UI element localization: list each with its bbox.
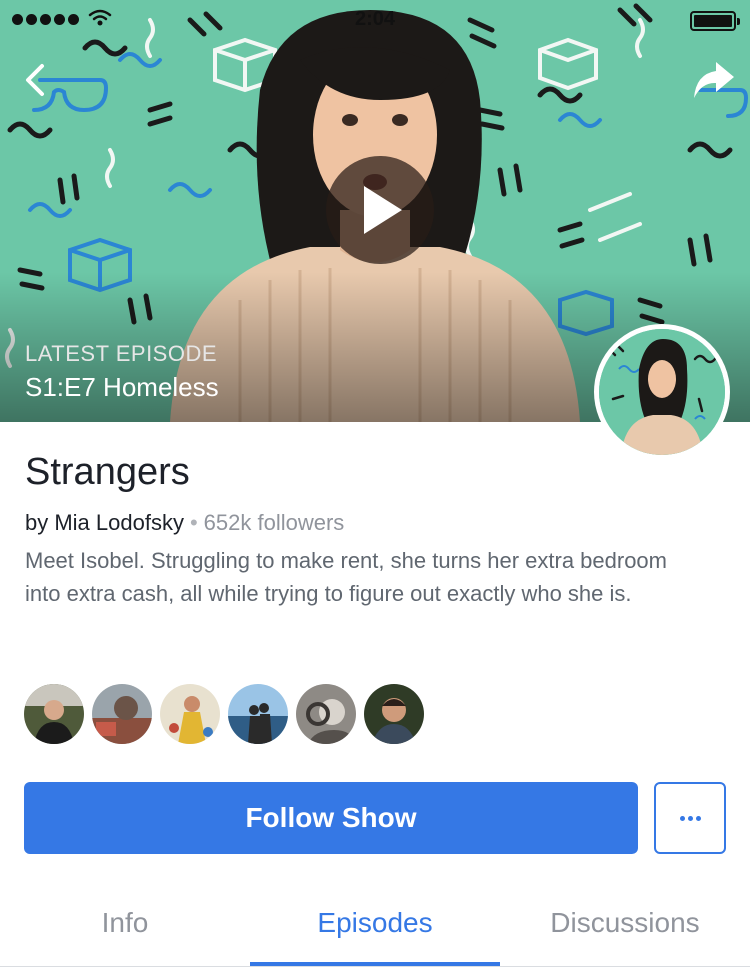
byline-separator: • [189,510,198,535]
friend-avatar[interactable] [24,684,84,744]
tab-bar: Info Episodes Discussions [0,878,750,967]
friend-avatar[interactable] [228,684,288,744]
show-description: Meet Isobel. Struggling to make rent, sh… [25,548,667,606]
show-avatar[interactable] [594,324,730,460]
friends-avatars [24,684,424,744]
follow-show-button[interactable]: Follow Show [24,782,638,854]
back-arrow-icon [26,64,44,96]
tab-info[interactable]: Info [0,878,250,966]
status-bar: 2:04 [0,0,750,40]
friend-avatar[interactable] [92,684,152,744]
latest-episode-title[interactable]: S1:E7 Homeless [25,372,219,403]
tab-discussions[interactable]: Discussions [500,878,750,966]
latest-episode-label: LATEST EPISODE [25,341,218,366]
tab-episodes[interactable]: Episodes [250,878,500,966]
friend-avatar[interactable] [364,684,424,744]
play-icon [364,186,402,234]
byline: by Mia Lodofsky • 652k followers [25,510,344,536]
show-avatar-image [599,329,725,455]
share-arrow-icon [694,62,734,98]
friend-avatar[interactable] [160,684,220,744]
followers-count: 652k followers [203,510,345,535]
battery-icon [690,11,740,31]
status-time: 2:04 [354,8,396,30]
play-button[interactable] [326,156,434,264]
friend-avatar[interactable] [296,684,356,744]
share-button[interactable] [692,58,736,102]
show-author[interactable]: by Mia Lodofsky [25,510,184,535]
more-options-button[interactable] [654,782,726,854]
more-dots-icon [680,816,701,821]
show-title: Strangers [25,451,190,493]
back-button[interactable] [20,60,56,100]
